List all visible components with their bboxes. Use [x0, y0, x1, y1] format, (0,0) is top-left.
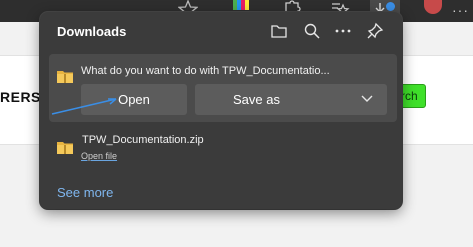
- zip-folder-icon: [57, 142, 73, 154]
- download-prompt: What do you want to do with TPW_Document…: [81, 65, 330, 77]
- profile-avatar[interactable]: [424, 0, 442, 14]
- open-button[interactable]: Open: [81, 84, 187, 115]
- pin-icon[interactable]: [366, 22, 384, 40]
- extension-icon[interactable]: [232, 0, 250, 12]
- open-file-link[interactable]: Open file: [81, 151, 117, 161]
- download-progress-badge: [386, 2, 395, 11]
- active-download-item: What do you want to do with TPW_Document…: [49, 54, 397, 122]
- zip-folder-icon: [57, 71, 73, 83]
- open-button-label: Open: [118, 92, 150, 107]
- download-file-name: TPW_Documentation.zip: [82, 134, 204, 146]
- search-icon[interactable]: [303, 22, 321, 40]
- folder-icon[interactable]: [270, 22, 288, 40]
- page-heading-fragment: RERS: [0, 89, 41, 105]
- downloads-flyout: Downloads What do you want to do with TP…: [40, 12, 402, 209]
- chevron-down-icon[interactable]: [361, 94, 373, 104]
- more-icon[interactable]: ···: [452, 2, 469, 18]
- save-as-button[interactable]: Save as: [195, 84, 387, 115]
- downloads-title: Downloads: [57, 24, 127, 39]
- save-as-button-label: Save as: [233, 92, 280, 107]
- more-icon[interactable]: [334, 22, 352, 40]
- see-more-link[interactable]: See more: [57, 185, 113, 200]
